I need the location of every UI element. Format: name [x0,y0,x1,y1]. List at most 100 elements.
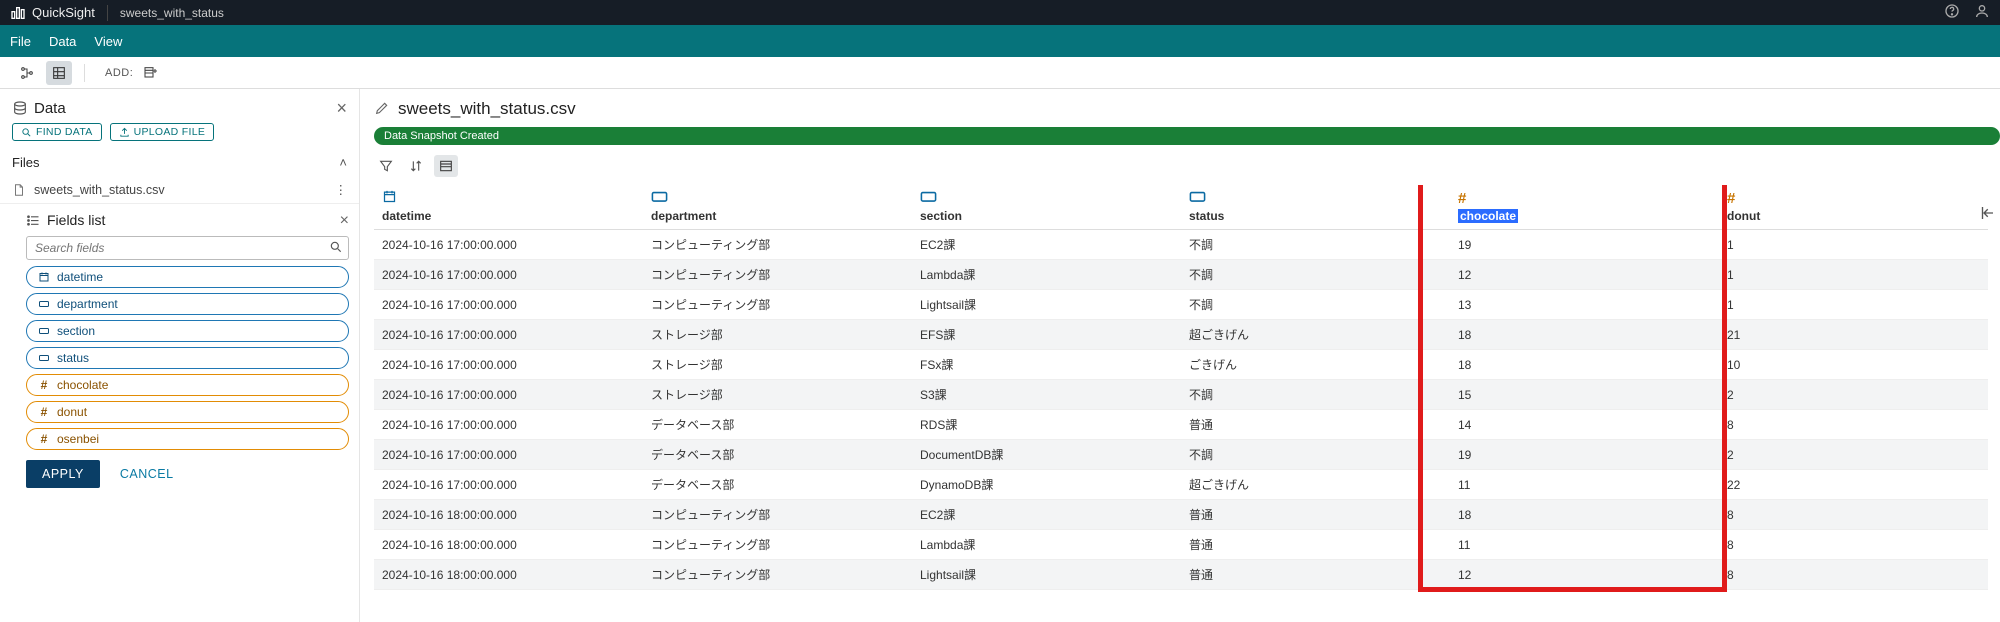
field-pill-datetime[interactable]: datetime [26,266,349,288]
column-header-donut[interactable]: #donut [1719,185,1988,230]
cell-status: 不調 [1181,290,1450,320]
cell-section: FSx課 [912,350,1181,380]
add-dataset-button[interactable] [139,61,163,85]
table-row[interactable]: 2024-10-16 17:00:00.000コンピューティング部Lightsa… [374,290,1988,320]
main-content: sweets_with_status.csv Data Snapshot Cre… [360,89,2000,622]
cell-chocolate: 12 [1450,260,1719,290]
menu-data[interactable]: Data [49,34,76,49]
separator [107,5,108,21]
fields-panel-title: Fields list [47,212,105,228]
column-label: status [1189,209,1224,223]
table-options-button[interactable] [434,155,458,177]
file-more-icon[interactable]: ⋮ [335,182,348,197]
search-icon [329,240,343,257]
cancel-button[interactable]: CANCEL [120,467,174,481]
cell-status: 不調 [1181,380,1450,410]
add-label: ADD: [105,67,133,79]
column-label: donut [1727,209,1760,223]
table-row[interactable]: 2024-10-16 17:00:00.000ストレージ部S3課不調152 [374,380,1988,410]
file-row[interactable]: sweets_with_status.csv ⋮ [0,176,359,203]
cell-status: 普通 [1181,560,1450,590]
column-label: department [651,209,716,223]
cell-chocolate: 11 [1450,530,1719,560]
doc-name-crumb[interactable]: sweets_with_status [120,6,224,20]
upload-file-button[interactable]: UPLOAD FILE [110,123,215,141]
field-pill-chocolate[interactable]: #chocolate [26,374,349,396]
cell-datetime: 2024-10-16 17:00:00.000 [374,290,643,320]
cell-datetime: 2024-10-16 17:00:00.000 [374,470,643,500]
cell-department: ストレージ部 [643,380,912,410]
file-name: sweets_with_status.csv [34,183,165,197]
column-header-datetime[interactable]: datetime [374,185,643,230]
table-row[interactable]: 2024-10-16 17:00:00.000コンピューティング部EC2課不調1… [374,230,1988,260]
cell-department: コンピューティング部 [643,230,912,260]
brand-text: QuickSight [32,5,95,20]
sort-button[interactable] [404,155,428,177]
column-header-chocolate[interactable]: #chocolate [1450,185,1719,230]
field-pill-status[interactable]: status [26,347,349,369]
cell-datetime: 2024-10-16 17:00:00.000 [374,410,643,440]
field-pill-department[interactable]: department [26,293,349,315]
separator [84,64,85,82]
find-data-button[interactable]: FIND DATA [12,123,102,141]
cell-donut: 10 [1719,350,1988,380]
file-icon [12,183,26,197]
cell-section: EC2課 [912,500,1181,530]
field-pill-osenbei[interactable]: #osenbei [26,428,349,450]
schema-view-button[interactable] [14,61,40,85]
table-row[interactable]: 2024-10-16 17:00:00.000ストレージ部EFS課超ごきげん18… [374,320,1988,350]
table-row[interactable]: 2024-10-16 18:00:00.000コンピューティング部EC2課普通1… [374,500,1988,530]
cell-datetime: 2024-10-16 17:00:00.000 [374,380,643,410]
data-pane-title: Data [34,100,66,117]
close-data-pane-button[interactable]: × [336,99,347,117]
cell-section: DocumentDB課 [912,440,1181,470]
files-section-header[interactable]: Files ˄ [0,149,359,176]
table-row[interactable]: 2024-10-16 17:00:00.000データベース部RDS課普通148 [374,410,1988,440]
brand: QuickSight [10,5,95,21]
table-row[interactable]: 2024-10-16 17:00:00.000ストレージ部FSx課ごきげん181… [374,350,1988,380]
cell-status: 普通 [1181,530,1450,560]
filter-button[interactable] [374,155,398,177]
column-header-section[interactable]: section [912,185,1181,230]
column-label: datetime [382,209,431,223]
search-icon [21,127,32,138]
cell-status: ごきげん [1181,350,1450,380]
cell-department: コンピューティング部 [643,530,912,560]
menu-view[interactable]: View [94,34,122,49]
field-type-icon [37,352,51,364]
apply-button[interactable]: APPLY [26,460,100,488]
cell-section: Lambda課 [912,260,1181,290]
table-row[interactable]: 2024-10-16 17:00:00.000データベース部DynamoDB課超… [374,470,1988,500]
cell-donut: 1 [1719,230,1988,260]
menu-file[interactable]: File [10,34,31,49]
cell-datetime: 2024-10-16 17:00:00.000 [374,260,643,290]
user-icon[interactable] [1974,3,1990,22]
field-pill-section[interactable]: section [26,320,349,342]
cell-status: 超ごきげん [1181,320,1450,350]
grid-view-button[interactable] [46,61,72,85]
search-fields-input[interactable] [26,236,349,260]
table-row[interactable]: 2024-10-16 17:00:00.000コンピューティング部Lambda課… [374,260,1988,290]
cell-chocolate: 18 [1450,320,1719,350]
field-pill-donut[interactable]: #donut [26,401,349,423]
column-header-department[interactable]: department [643,185,912,230]
table-row[interactable]: 2024-10-16 18:00:00.000コンピューティング部Lambda課… [374,530,1988,560]
field-pill-label: datetime [57,270,103,284]
cell-department: コンピューティング部 [643,500,912,530]
table-row[interactable]: 2024-10-16 17:00:00.000データベース部DocumentDB… [374,440,1988,470]
column-header-status[interactable]: status [1181,185,1450,230]
help-icon[interactable] [1944,3,1960,22]
close-fields-panel-button[interactable]: × [340,212,349,230]
quicksight-logo-icon [10,5,26,21]
collapse-right-icon[interactable] [1978,204,1996,225]
cell-status: 普通 [1181,500,1450,530]
cell-department: データベース部 [643,470,912,500]
field-type-icon [37,271,51,283]
table-row[interactable]: 2024-10-16 18:00:00.000コンピューティング部Lightsa… [374,560,1988,590]
cell-donut: 8 [1719,560,1988,590]
cell-section: EFS課 [912,320,1181,350]
cell-status: 不調 [1181,260,1450,290]
data-icon [12,100,28,116]
pencil-icon[interactable] [374,100,390,119]
cell-department: コンピューティング部 [643,290,912,320]
